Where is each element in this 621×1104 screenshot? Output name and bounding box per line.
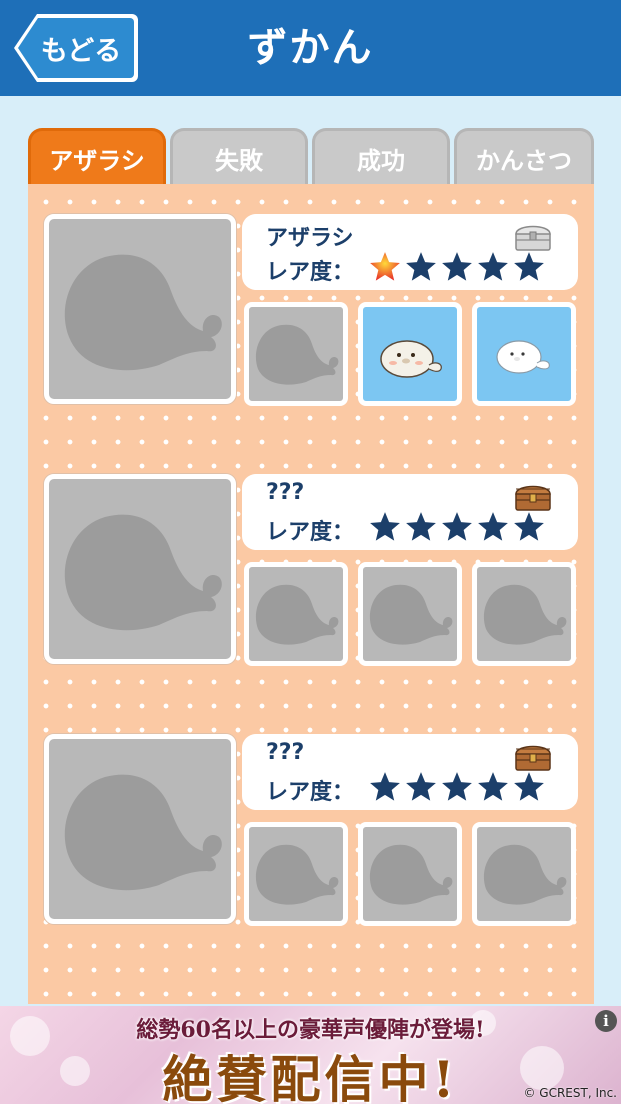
rarity-stars — [368, 770, 546, 804]
tab-label: かんさつ — [476, 147, 572, 175]
star-icon — [478, 772, 508, 801]
star-icon — [406, 772, 436, 801]
seal-silhouette-icon — [64, 254, 222, 371]
variant-card-locked[interactable] — [472, 562, 576, 666]
entry-info-box: ??? レア度： — [242, 734, 578, 810]
entry-info-box: ??? レア度： — [242, 474, 578, 550]
tab-label: 失敗 — [215, 147, 263, 175]
seal-silhouette-icon — [64, 514, 222, 631]
entry-info-box: アザラシ レア度： — [242, 214, 578, 290]
ad-banner[interactable]: 総勢60名以上の豪華声優陣が登場! 絶賛配信中! i © GCREST, Inc… — [0, 1006, 621, 1104]
entry-main-card[interactable] — [44, 734, 236, 924]
tab-seal[interactable]: アザラシ — [28, 128, 166, 186]
star-icon — [514, 772, 544, 801]
variant-card-locked[interactable] — [244, 822, 348, 926]
star-icon — [406, 512, 436, 541]
seal-white-icon — [496, 340, 550, 374]
star-icon — [514, 252, 544, 281]
tab-success[interactable]: 成功 — [312, 128, 450, 186]
star-icon — [442, 252, 472, 281]
star-icon — [370, 512, 400, 541]
ad-copyright: © GCREST, Inc. — [523, 1086, 617, 1100]
seal-silhouette-icon — [255, 324, 339, 385]
entry-main-card[interactable] — [44, 474, 236, 664]
seal-silhouette-icon — [483, 584, 567, 645]
variant-card-seal-white[interactable] — [472, 302, 576, 406]
page-title: ずかん — [247, 25, 374, 71]
rarity-label: レア度： — [266, 520, 355, 545]
seal-silhouette-icon — [369, 584, 453, 645]
entry-name: アザラシ — [266, 226, 354, 251]
ad-info-icon[interactable]: i — [595, 1010, 617, 1032]
variant-card-seal[interactable] — [358, 302, 462, 406]
rarity-stars — [368, 250, 546, 284]
tab-label: アザラシ — [49, 147, 145, 175]
star-earned-icon — [370, 252, 400, 281]
star-icon — [370, 772, 400, 801]
variant-card-locked[interactable] — [244, 562, 348, 666]
chest-silver-icon — [515, 225, 551, 251]
seal-silhouette-icon — [255, 844, 339, 905]
rarity-stars — [368, 510, 546, 544]
variant-card-locked[interactable] — [358, 822, 462, 926]
entry-name: ??? — [266, 480, 305, 505]
chest-brown-icon — [515, 745, 551, 771]
star-icon — [442, 512, 472, 541]
rarity-label: レア度： — [266, 780, 355, 805]
star-icon — [478, 252, 508, 281]
tab-observation[interactable]: かんさつ — [454, 128, 594, 186]
variant-card-locked[interactable] — [358, 562, 462, 666]
seal-silhouette-icon — [255, 584, 339, 645]
seal-silhouette-icon — [369, 844, 453, 905]
star-icon — [514, 512, 544, 541]
variant-card-locked[interactable] — [472, 822, 576, 926]
entry-name: ??? — [266, 740, 305, 765]
entry-main-card[interactable] — [44, 214, 236, 404]
seal-silhouette-icon — [483, 844, 567, 905]
star-icon — [478, 512, 508, 541]
star-icon — [442, 772, 472, 801]
rarity-label: レア度： — [266, 260, 355, 285]
tab-label: 成功 — [357, 147, 405, 175]
seal-silhouette-icon — [64, 774, 222, 891]
seal-face-icon — [380, 340, 442, 378]
variant-card-locked[interactable] — [244, 302, 348, 406]
star-icon — [406, 252, 436, 281]
tab-failure[interactable]: 失敗 — [170, 128, 308, 186]
chest-brown-icon — [515, 485, 551, 511]
